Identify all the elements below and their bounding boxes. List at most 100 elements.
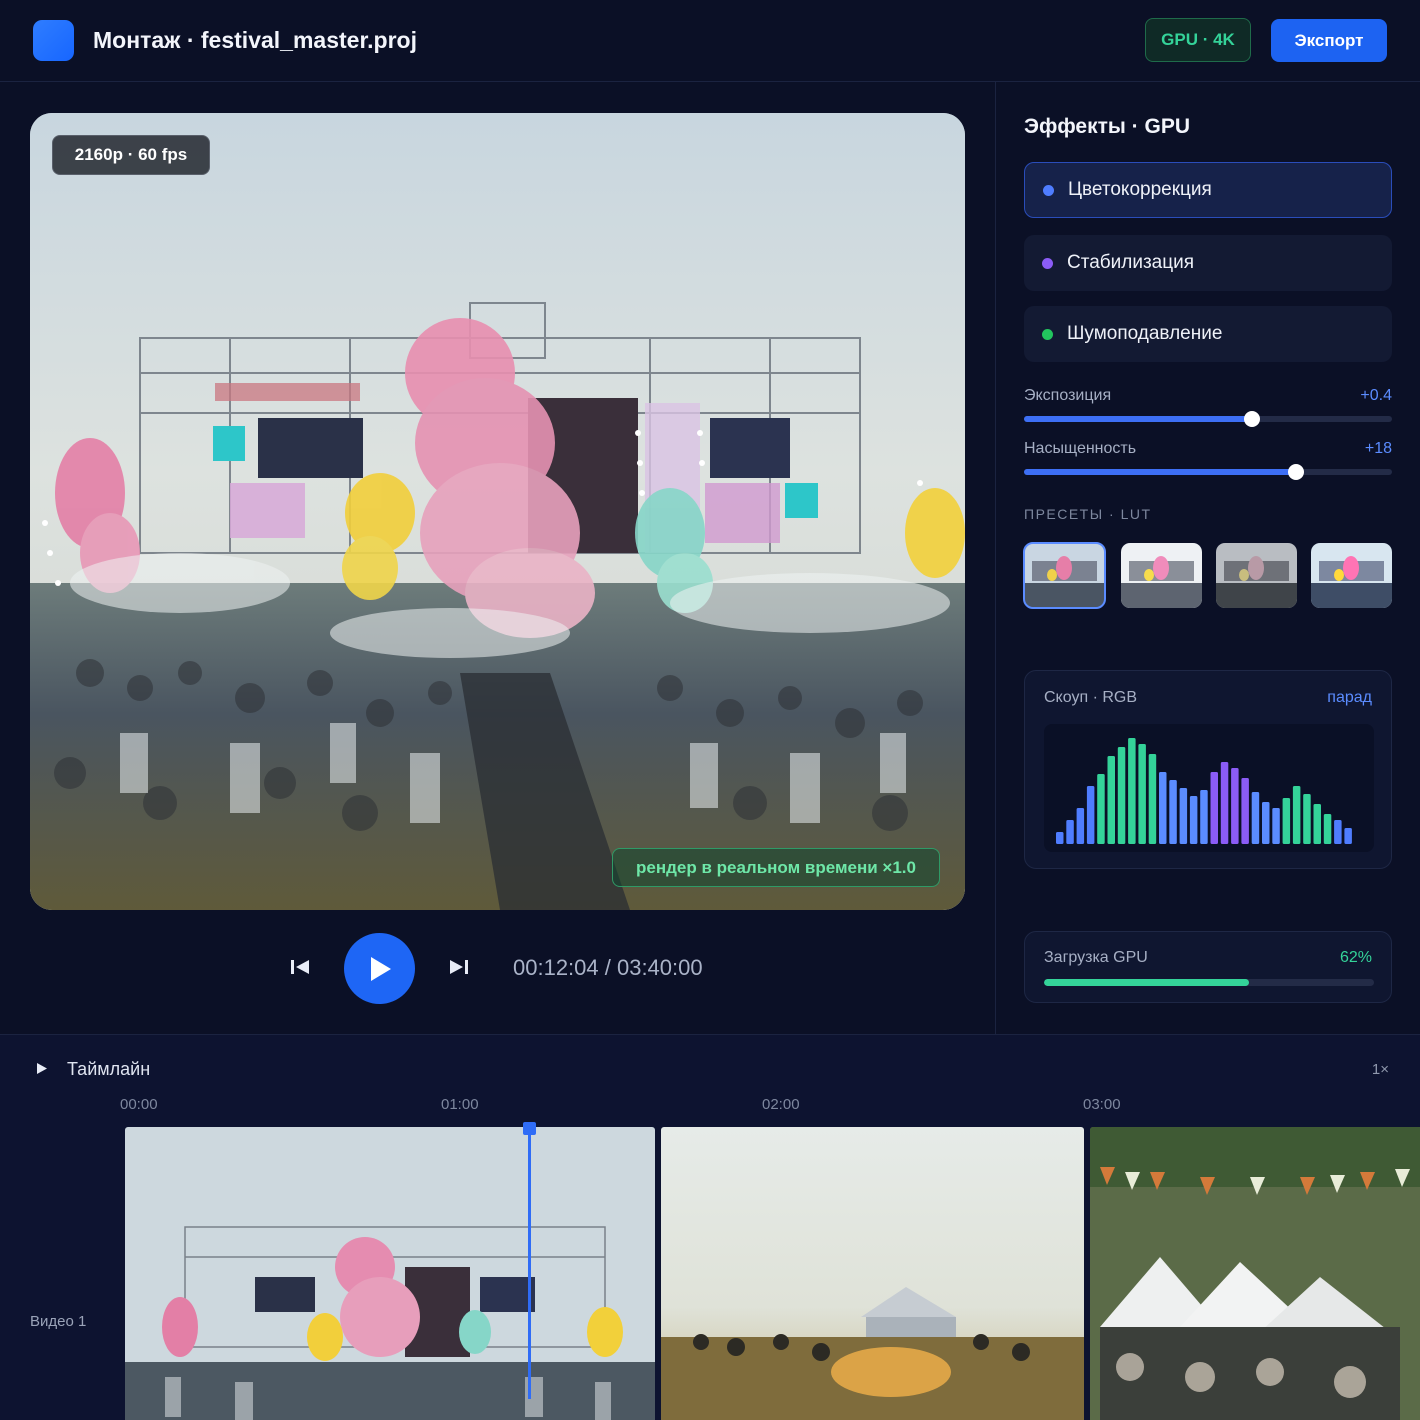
lut-preset-3[interactable]	[1216, 543, 1297, 608]
scope-bar	[1220, 762, 1229, 844]
exposure-value: +0.4	[1360, 387, 1392, 404]
gpu-load-card: Загрузка GPU 62%	[1024, 931, 1392, 1003]
scope-bar	[1292, 786, 1301, 844]
timeline-zoom[interactable]: 1×	[1372, 1061, 1389, 1078]
scope-display	[1044, 724, 1374, 852]
skip-forward-icon	[450, 960, 468, 974]
resolution-badge: 2160p · 60 fps	[52, 135, 210, 175]
gpu-load-label: Загрузка GPU	[1044, 949, 1148, 966]
timeline-playhead[interactable]	[528, 1123, 531, 1399]
app-logo	[33, 20, 74, 61]
effect-label: Цветокоррекция	[1068, 179, 1212, 200]
lut-preset-4[interactable]	[1311, 543, 1392, 608]
time-ruler-tick: 03:00	[1083, 1096, 1121, 1113]
skip-back-button[interactable]	[287, 954, 313, 980]
effect-dot-icon	[1042, 328, 1053, 340]
gpu-badge: GPU · 4K	[1145, 18, 1251, 62]
timeline-clip-market[interactable]	[1090, 1127, 1420, 1420]
clip-thumbnail	[1090, 1127, 1420, 1420]
effect-label: Стабилизация	[1067, 252, 1195, 273]
time-ruler-tick: 02:00	[762, 1096, 800, 1113]
caret-right-icon	[37, 1063, 47, 1074]
saturation-label: Насыщенность	[1024, 440, 1137, 457]
play-icon	[370, 956, 391, 981]
panel-divider	[995, 82, 996, 1034]
scope-bar	[1313, 804, 1321, 844]
saturation-slider[interactable]	[1024, 464, 1392, 480]
scope-bar	[1241, 778, 1249, 844]
gpu-load-value: 62%	[1339, 949, 1372, 966]
scope-bar	[1159, 772, 1167, 844]
effect-label: Шумоподавление	[1067, 323, 1223, 344]
skip-forward-button[interactable]	[446, 954, 472, 980]
gpu-load-fill	[1044, 979, 1249, 986]
scope-bar	[1097, 774, 1105, 844]
render-status-badge: рендер в реальном времени ×1.0	[612, 848, 940, 887]
scope-bar	[1344, 828, 1352, 844]
lut-thumbnail	[1216, 543, 1297, 608]
effects-panel-title: Эффекты · GPU	[1024, 115, 1190, 138]
gpu-load-bar	[1044, 979, 1374, 986]
exposure-slider[interactable]	[1024, 411, 1392, 427]
time-ruler-tick: 01:00	[441, 1096, 479, 1113]
scope-bar	[1169, 780, 1177, 844]
saturation-slider-fill	[1024, 469, 1297, 475]
preview-frame-image	[30, 113, 965, 910]
project-title: Монтаж · festival_master.proj	[93, 27, 417, 53]
effect-dot-icon	[1042, 257, 1053, 269]
timecode-display: 00:12:04 / 03:40:00	[513, 955, 703, 980]
lut-preset-1[interactable]	[1023, 542, 1106, 609]
effect-dot-icon	[1043, 184, 1054, 196]
scope-bar	[1200, 790, 1208, 844]
scope-bar	[1262, 802, 1270, 844]
export-button[interactable]: Экспорт	[1271, 19, 1387, 62]
video-preview[interactable]: 2160p · 60 fps рендер в реальном времени…	[30, 113, 965, 910]
rgb-parade-graph	[1056, 738, 1352, 844]
scope-bar	[1107, 756, 1115, 844]
scope-bar	[1210, 772, 1218, 844]
clip-thumbnail	[125, 1127, 655, 1420]
presets-label: ПРЕСЕТЫ · LUT	[1024, 506, 1152, 522]
scope-bar	[1303, 794, 1311, 844]
lut-thumbnail	[1121, 543, 1202, 608]
scope-mode-toggle[interactable]: парад	[1327, 689, 1372, 707]
lut-preset-2[interactable]	[1121, 543, 1202, 608]
time-ruler-tick: 00:00	[120, 1096, 158, 1113]
scope-bar	[1189, 796, 1198, 844]
saturation-slider-handle[interactable]	[1288, 464, 1305, 480]
scope-bar	[1272, 808, 1280, 844]
playhead-handle[interactable]	[523, 1122, 536, 1135]
scope-bar	[1056, 832, 1064, 844]
timeline-title: Таймлайн	[67, 1059, 151, 1079]
skip-back-icon	[291, 960, 309, 974]
lut-thumbnail	[1024, 543, 1105, 608]
scope-bar	[1066, 820, 1074, 844]
exposure-slider-handle[interactable]	[1244, 411, 1261, 427]
scope-bar	[1323, 814, 1332, 844]
play-button[interactable]	[344, 933, 415, 1004]
scope-bar	[1086, 786, 1095, 844]
effect-color-correction[interactable]: Цветокоррекция	[1024, 162, 1392, 218]
scope-title: Скоуп · RGB	[1044, 689, 1138, 706]
lut-thumbnail	[1311, 543, 1392, 608]
scope-bar	[1179, 788, 1188, 844]
scope-bar	[1117, 747, 1126, 844]
top-bar: Монтаж · festival_master.proj GPU · 4K Э…	[0, 0, 1420, 82]
timeline-toggle[interactable]	[36, 1062, 48, 1080]
scope-bar	[1138, 744, 1146, 844]
exposure-label: Экспозиция	[1024, 387, 1112, 404]
rgb-scope-card: Скоуп · RGB парад	[1024, 670, 1392, 869]
effect-noise-reduction[interactable]: Шумоподавление	[1024, 306, 1392, 362]
scope-bar	[1231, 768, 1239, 844]
effect-stabilization[interactable]: Стабилизация	[1024, 235, 1392, 291]
timeline-clip-concert[interactable]	[125, 1127, 655, 1420]
scope-bar	[1282, 798, 1291, 844]
video-track-label: Видео 1	[30, 1313, 87, 1330]
scope-bar	[1334, 820, 1342, 844]
scope-bar	[1148, 754, 1157, 844]
scope-bar	[1128, 738, 1136, 844]
scope-bar	[1251, 792, 1260, 844]
scope-bar	[1076, 808, 1085, 844]
timeline-clip-sunset[interactable]	[661, 1127, 1084, 1420]
saturation-value: +18	[1364, 440, 1392, 457]
